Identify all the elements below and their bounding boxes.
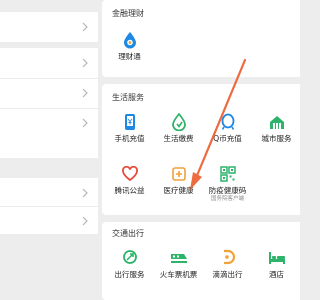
chevron-right-icon [80,87,90,99]
charity-heart-icon [105,164,154,184]
left-list-group-1 [0,12,98,42]
finance-section-title: 金融理财 [112,9,144,18]
life-item-label: 手机充值 [114,134,145,143]
didi-icon [203,248,252,268]
qq-coin-icon [203,112,252,132]
transport-item-label: 火车票机票 [159,270,198,279]
life-item-qcoin[interactable]: Q币充值 [203,112,252,144]
medical-cross-icon [154,164,203,184]
life-item-health-code[interactable]: 防疫健康码 国务院客户端 [203,164,252,203]
finance-item-label: 理财通 [118,52,141,61]
phone-topup-icon [105,112,154,132]
left-list-panel [0,0,98,300]
list-item[interactable] [0,48,98,79]
chevron-right-icon [80,117,90,129]
train-ticket-icon [154,248,203,268]
life-item-utility[interactable]: 生活缴费 [154,112,203,144]
transport-item-hotel[interactable]: 酒店 [252,248,301,280]
list-item[interactable] [0,78,98,109]
chevron-right-icon [80,215,90,227]
transport-item-train[interactable]: 火车票机票 [154,248,203,280]
life-item-label: 防疫健康码 [208,186,247,195]
city-service-icon [252,112,301,132]
transport-item-label: 酒店 [269,270,284,279]
finance-card: 金融理财 理财通 [102,0,300,77]
life-item-city[interactable]: 城市服务 [252,112,301,144]
life-item-sublabel: 国务院客户端 [210,196,244,202]
transit-icon [105,248,154,268]
life-item-label: 城市服务 [261,134,292,143]
list-item[interactable] [0,108,98,138]
life-item-label: 腾讯公益 [114,186,145,195]
left-list-group-2 [0,48,98,158]
life-item-label: Q币充值 [213,134,242,143]
wealth-drop-icon [105,30,154,50]
life-item-label: 生活缴费 [163,134,194,143]
transport-item-label: 滴滴出行 [212,270,243,279]
chevron-right-icon [80,187,90,199]
transport-item-label: 出行服务 [114,270,145,279]
hotel-bed-icon [252,248,301,268]
life-item-label: 医疗健康 [163,186,194,195]
chevron-right-icon [80,21,90,33]
qr-code-icon [203,164,252,184]
life-services-card: 生活服务 手机充值 生活缴费 Q币充值 城市服务 腾讯公益 医疗健康 防疫健康码… [102,84,300,215]
life-section-title: 生活服务 [112,93,144,102]
life-item-phone-topup[interactable]: 手机充值 [105,112,154,144]
finance-item-wealth[interactable]: 理财通 [105,30,154,62]
transport-item-didi[interactable]: 滴滴出行 [203,248,252,280]
list-item[interactable] [0,206,98,234]
chevron-right-icon [80,57,90,69]
life-item-charity[interactable]: 腾讯公益 [105,164,154,196]
list-item[interactable] [0,12,98,42]
transport-card: 交通出行 出行服务 火车票机票 滴滴出行 酒店 [102,222,300,300]
utility-payment-icon [154,112,203,132]
transport-item-transit[interactable]: 出行服务 [105,248,154,280]
transport-section-title: 交通出行 [112,229,144,238]
life-item-medical[interactable]: 医疗健康 [154,164,203,196]
list-item[interactable] [0,178,98,207]
left-list-group-3 [0,178,98,234]
